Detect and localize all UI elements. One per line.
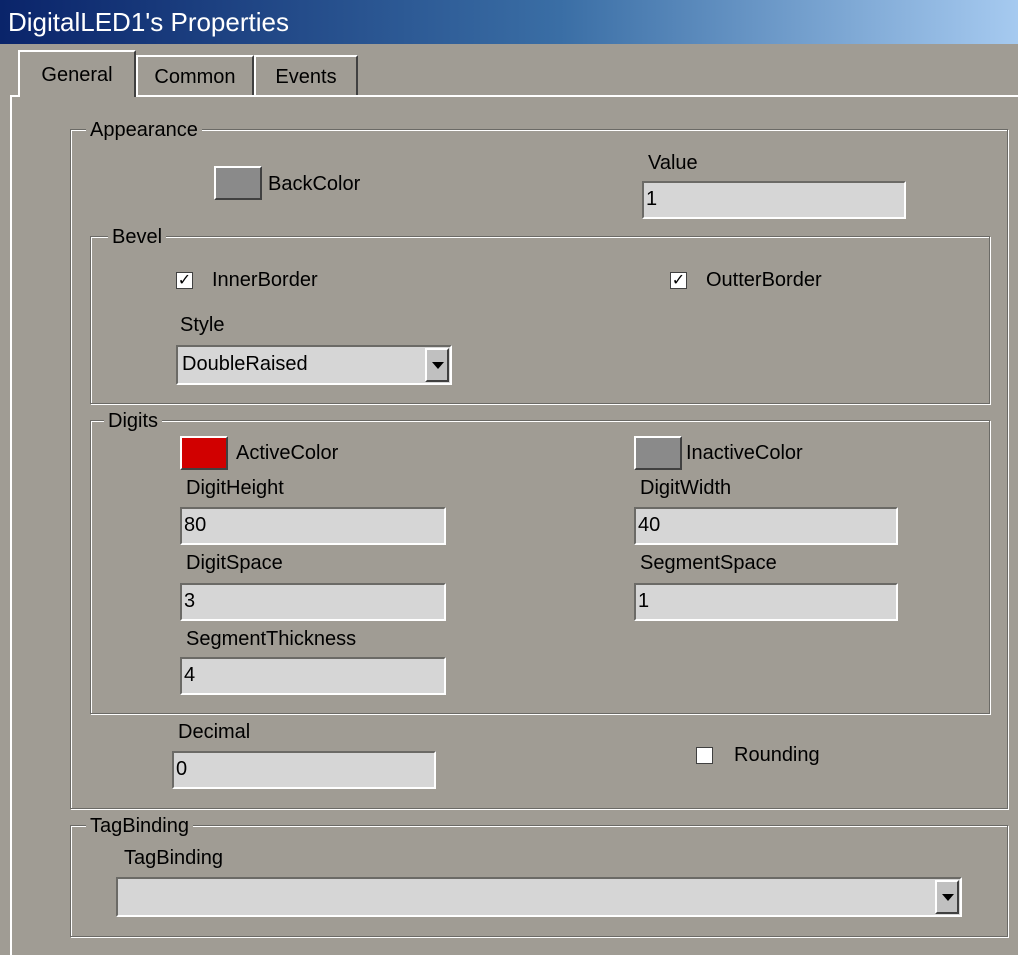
- tab-general[interactable]: General: [18, 50, 136, 97]
- rounding-checkbox[interactable]: [696, 747, 713, 764]
- chevron-down-icon[interactable]: [935, 880, 959, 914]
- segmentthickness-label: SegmentThickness: [186, 628, 357, 650]
- innerborder-checkbox[interactable]: ✓: [176, 272, 193, 289]
- decimal-label: Decimal: [178, 721, 251, 743]
- tagbinding-label: TagBinding: [124, 847, 223, 869]
- outterborder-label: OutterBorder: [706, 269, 822, 291]
- backcolor-label: BackColor: [268, 173, 361, 195]
- window-title-bar[interactable]: DigitalLED1's Properties: [0, 0, 1018, 44]
- segmentspace-input[interactable]: 1: [634, 583, 898, 621]
- value-label: Value: [648, 152, 698, 174]
- tab-common[interactable]: Common: [136, 55, 254, 95]
- decimal-input[interactable]: 0: [172, 751, 436, 789]
- style-select[interactable]: DoubleRaised: [176, 345, 452, 385]
- outterborder-checkbox[interactable]: ✓: [670, 272, 687, 289]
- digitspace-label: DigitSpace: [186, 552, 283, 574]
- value-input[interactable]: 1: [642, 181, 906, 219]
- tab-general-label: General: [41, 64, 113, 86]
- digitheight-input[interactable]: 80: [180, 507, 446, 545]
- style-select-value: DoubleRaised: [182, 353, 308, 375]
- segmentthickness-input[interactable]: 4: [180, 657, 446, 695]
- innerborder-label: InnerBorder: [212, 269, 318, 291]
- appearance-legend: Appearance: [86, 119, 202, 141]
- checkmark-icon: ✓: [671, 272, 686, 289]
- tab-events-label: Events: [275, 66, 337, 88]
- tab-events[interactable]: Events: [254, 55, 358, 95]
- segmentspace-label: SegmentSpace: [640, 552, 777, 574]
- bevel-legend: Bevel: [108, 226, 167, 248]
- digitheight-label: DigitHeight: [186, 477, 284, 499]
- rounding-label: Rounding: [734, 744, 820, 766]
- style-label: Style: [180, 314, 225, 336]
- digitwidth-label: DigitWidth: [640, 477, 732, 499]
- inactivecolor-swatch[interactable]: [634, 436, 682, 470]
- digits-legend: Digits: [104, 410, 163, 432]
- backcolor-swatch[interactable]: [214, 166, 262, 200]
- tagbinding-legend: TagBinding: [86, 815, 193, 837]
- window-title: DigitalLED1's Properties: [8, 7, 289, 37]
- digitspace-input[interactable]: 3: [180, 583, 446, 621]
- digitwidth-input[interactable]: 40: [634, 507, 898, 545]
- activecolor-label: ActiveColor: [236, 442, 339, 464]
- tab-common-label: Common: [154, 66, 236, 88]
- activecolor-swatch[interactable]: [180, 436, 228, 470]
- chevron-down-icon[interactable]: [425, 348, 449, 382]
- tagbinding-select[interactable]: [116, 877, 962, 917]
- inactivecolor-label: InactiveColor: [686, 442, 803, 464]
- checkmark-icon: ✓: [177, 272, 192, 289]
